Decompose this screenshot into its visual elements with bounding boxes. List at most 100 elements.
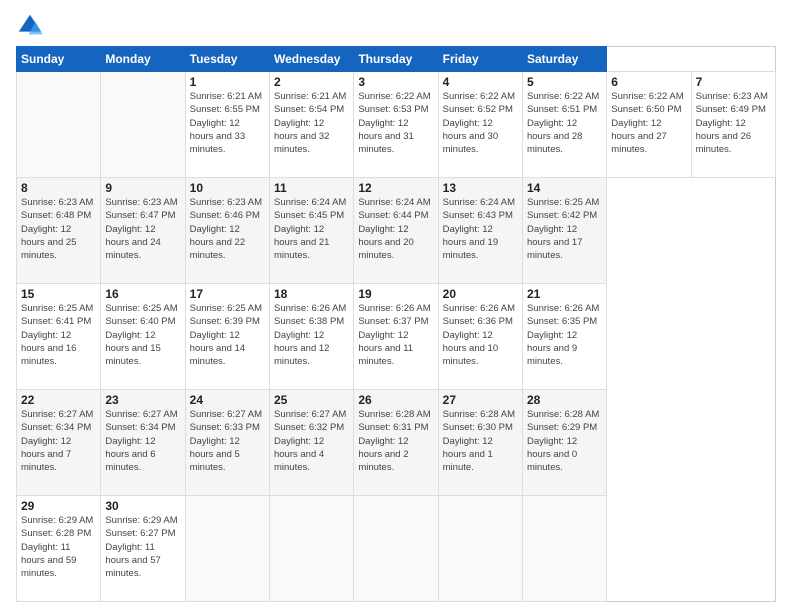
day-number: 18 (274, 287, 349, 301)
day-info: Sunrise: 6:23 AMSunset: 6:47 PMDaylight:… (105, 196, 180, 262)
day-number: 22 (21, 393, 96, 407)
day-number: 8 (21, 181, 96, 195)
day-number: 27 (443, 393, 518, 407)
day-number: 2 (274, 75, 349, 89)
calendar-cell: 13Sunrise: 6:24 AMSunset: 6:43 PMDayligh… (438, 178, 522, 284)
header (16, 12, 776, 40)
day-info: Sunrise: 6:22 AMSunset: 6:53 PMDaylight:… (358, 90, 433, 156)
weekday-header-wednesday: Wednesday (269, 47, 353, 72)
weekday-header-monday: Monday (101, 47, 185, 72)
day-number: 13 (443, 181, 518, 195)
calendar-cell: 28Sunrise: 6:28 AMSunset: 6:29 PMDayligh… (522, 390, 606, 496)
calendar-cell (185, 496, 269, 602)
day-info: Sunrise: 6:25 AMSunset: 6:39 PMDaylight:… (190, 302, 265, 368)
day-number: 29 (21, 499, 96, 513)
calendar-cell: 26Sunrise: 6:28 AMSunset: 6:31 PMDayligh… (354, 390, 438, 496)
day-number: 9 (105, 181, 180, 195)
calendar-cell: 21Sunrise: 6:26 AMSunset: 6:35 PMDayligh… (522, 284, 606, 390)
calendar-cell: 8Sunrise: 6:23 AMSunset: 6:48 PMDaylight… (17, 178, 101, 284)
day-number: 12 (358, 181, 433, 195)
day-number: 6 (611, 75, 686, 89)
calendar-cell: 18Sunrise: 6:26 AMSunset: 6:38 PMDayligh… (269, 284, 353, 390)
day-info: Sunrise: 6:23 AMSunset: 6:48 PMDaylight:… (21, 196, 96, 262)
day-info: Sunrise: 6:28 AMSunset: 6:30 PMDaylight:… (443, 408, 518, 474)
day-info: Sunrise: 6:27 AMSunset: 6:33 PMDaylight:… (190, 408, 265, 474)
day-number: 1 (190, 75, 265, 89)
day-info: Sunrise: 6:25 AMSunset: 6:42 PMDaylight:… (527, 196, 602, 262)
calendar-cell: 12Sunrise: 6:24 AMSunset: 6:44 PMDayligh… (354, 178, 438, 284)
day-info: Sunrise: 6:28 AMSunset: 6:31 PMDaylight:… (358, 408, 433, 474)
day-info: Sunrise: 6:26 AMSunset: 6:36 PMDaylight:… (443, 302, 518, 368)
calendar-cell: 15Sunrise: 6:25 AMSunset: 6:41 PMDayligh… (17, 284, 101, 390)
calendar-cell (354, 496, 438, 602)
calendar-cell: 27Sunrise: 6:28 AMSunset: 6:30 PMDayligh… (438, 390, 522, 496)
calendar-cell: 25Sunrise: 6:27 AMSunset: 6:32 PMDayligh… (269, 390, 353, 496)
day-info: Sunrise: 6:24 AMSunset: 6:45 PMDaylight:… (274, 196, 349, 262)
day-number: 14 (527, 181, 602, 195)
weekday-header-saturday: Saturday (522, 47, 606, 72)
day-number: 3 (358, 75, 433, 89)
day-number: 19 (358, 287, 433, 301)
calendar-cell: 17Sunrise: 6:25 AMSunset: 6:39 PMDayligh… (185, 284, 269, 390)
day-number: 28 (527, 393, 602, 407)
calendar-cell (438, 496, 522, 602)
day-info: Sunrise: 6:25 AMSunset: 6:40 PMDaylight:… (105, 302, 180, 368)
calendar-cell: 19Sunrise: 6:26 AMSunset: 6:37 PMDayligh… (354, 284, 438, 390)
calendar-cell: 23Sunrise: 6:27 AMSunset: 6:34 PMDayligh… (101, 390, 185, 496)
day-info: Sunrise: 6:23 AMSunset: 6:49 PMDaylight:… (696, 90, 771, 156)
day-info: Sunrise: 6:22 AMSunset: 6:50 PMDaylight:… (611, 90, 686, 156)
day-number: 15 (21, 287, 96, 301)
day-number: 4 (443, 75, 518, 89)
day-number: 25 (274, 393, 349, 407)
day-info: Sunrise: 6:24 AMSunset: 6:43 PMDaylight:… (443, 196, 518, 262)
calendar-cell: 6Sunrise: 6:22 AMSunset: 6:50 PMDaylight… (607, 72, 691, 178)
calendar-cell: 20Sunrise: 6:26 AMSunset: 6:36 PMDayligh… (438, 284, 522, 390)
weekday-header-friday: Friday (438, 47, 522, 72)
day-number: 10 (190, 181, 265, 195)
calendar-cell: 14Sunrise: 6:25 AMSunset: 6:42 PMDayligh… (522, 178, 606, 284)
calendar-cell (101, 72, 185, 178)
logo-icon (16, 12, 44, 40)
day-info: Sunrise: 6:24 AMSunset: 6:44 PMDaylight:… (358, 196, 433, 262)
weekday-header-sunday: Sunday (17, 47, 101, 72)
day-info: Sunrise: 6:27 AMSunset: 6:34 PMDaylight:… (105, 408, 180, 474)
day-number: 16 (105, 287, 180, 301)
day-info: Sunrise: 6:21 AMSunset: 6:55 PMDaylight:… (190, 90, 265, 156)
day-number: 24 (190, 393, 265, 407)
day-info: Sunrise: 6:22 AMSunset: 6:51 PMDaylight:… (527, 90, 602, 156)
day-number: 17 (190, 287, 265, 301)
calendar-cell: 16Sunrise: 6:25 AMSunset: 6:40 PMDayligh… (101, 284, 185, 390)
day-info: Sunrise: 6:28 AMSunset: 6:29 PMDaylight:… (527, 408, 602, 474)
calendar-cell: 9Sunrise: 6:23 AMSunset: 6:47 PMDaylight… (101, 178, 185, 284)
day-number: 20 (443, 287, 518, 301)
calendar-cell: 11Sunrise: 6:24 AMSunset: 6:45 PMDayligh… (269, 178, 353, 284)
calendar-cell (522, 496, 606, 602)
calendar-cell: 3Sunrise: 6:22 AMSunset: 6:53 PMDaylight… (354, 72, 438, 178)
day-info: Sunrise: 6:26 AMSunset: 6:38 PMDaylight:… (274, 302, 349, 368)
day-info: Sunrise: 6:22 AMSunset: 6:52 PMDaylight:… (443, 90, 518, 156)
day-number: 23 (105, 393, 180, 407)
calendar-cell (269, 496, 353, 602)
day-number: 21 (527, 287, 602, 301)
day-info: Sunrise: 6:29 AMSunset: 6:27 PMDaylight:… (105, 514, 180, 580)
day-info: Sunrise: 6:26 AMSunset: 6:35 PMDaylight:… (527, 302, 602, 368)
day-info: Sunrise: 6:26 AMSunset: 6:37 PMDaylight:… (358, 302, 433, 368)
calendar-cell: 22Sunrise: 6:27 AMSunset: 6:34 PMDayligh… (17, 390, 101, 496)
day-number: 26 (358, 393, 433, 407)
calendar-cell: 5Sunrise: 6:22 AMSunset: 6:51 PMDaylight… (522, 72, 606, 178)
day-number: 30 (105, 499, 180, 513)
calendar-cell: 29Sunrise: 6:29 AMSunset: 6:28 PMDayligh… (17, 496, 101, 602)
day-info: Sunrise: 6:23 AMSunset: 6:46 PMDaylight:… (190, 196, 265, 262)
calendar-cell: 2Sunrise: 6:21 AMSunset: 6:54 PMDaylight… (269, 72, 353, 178)
calendar-cell: 7Sunrise: 6:23 AMSunset: 6:49 PMDaylight… (691, 72, 775, 178)
calendar-cell: 10Sunrise: 6:23 AMSunset: 6:46 PMDayligh… (185, 178, 269, 284)
day-info: Sunrise: 6:27 AMSunset: 6:34 PMDaylight:… (21, 408, 96, 474)
weekday-header-thursday: Thursday (354, 47, 438, 72)
day-number: 7 (696, 75, 771, 89)
page: SundayMondayTuesdayWednesdayThursdayFrid… (0, 0, 792, 612)
calendar-cell: 24Sunrise: 6:27 AMSunset: 6:33 PMDayligh… (185, 390, 269, 496)
calendar-cell: 4Sunrise: 6:22 AMSunset: 6:52 PMDaylight… (438, 72, 522, 178)
day-info: Sunrise: 6:29 AMSunset: 6:28 PMDaylight:… (21, 514, 96, 580)
calendar-cell (17, 72, 101, 178)
logo (16, 12, 48, 40)
